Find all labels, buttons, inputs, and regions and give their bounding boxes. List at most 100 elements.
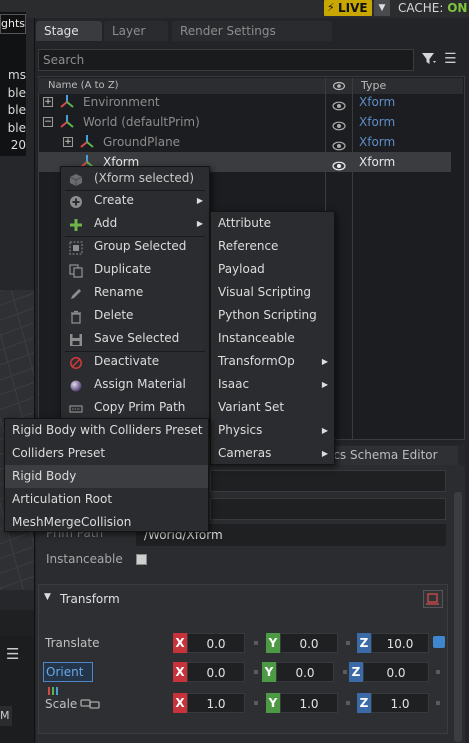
menu-item-isaac[interactable]: Isaac ▶	[211, 373, 334, 396]
menu-item-visual-scripting[interactable]: Visual Scripting	[211, 281, 334, 304]
z-axis-label: Z	[349, 662, 363, 682]
filter-icon[interactable]	[420, 50, 438, 68]
link-icon[interactable]	[80, 698, 100, 710]
menu-item-group-selected[interactable]: Group Selected	[61, 235, 209, 258]
menu-item-variant-set[interactable]: Variant Set	[211, 396, 334, 419]
menu-item-colliders-preset[interactable]: Colliders Preset	[5, 442, 208, 465]
scale-x-field[interactable]: 1.0	[187, 693, 245, 713]
menu-item-cameras[interactable]: Cameras ▶	[211, 442, 334, 465]
orient-button[interactable]: Orient	[43, 662, 93, 695]
menu-item-physics[interactable]: Physics ▶	[211, 419, 334, 442]
scrollbar[interactable]	[454, 492, 462, 742]
menu-item-meshmergecollision[interactable]: MeshMergeCollision	[5, 511, 208, 534]
tree-row-environment[interactable]: + Environment Xform	[39, 92, 451, 112]
orient-y-field[interactable]: 0.0	[276, 662, 334, 682]
menu-item-label: Rename	[94, 285, 144, 299]
tab-physics-schema-editor[interactable]: ics Schema Editor	[330, 446, 458, 465]
keyframe-button[interactable]	[433, 636, 445, 648]
orient-x-field[interactable]: 0.0	[187, 662, 245, 682]
save-icon	[69, 332, 83, 346]
instanceable-label: Instanceable	[46, 552, 123, 566]
menu-item-label: MeshMergeCollision	[12, 515, 132, 529]
menu-item-python-scripting[interactable]: Python Scripting	[211, 304, 334, 327]
eye-icon[interactable]	[332, 117, 346, 131]
collapse-triangle-icon[interactable]: ▼	[44, 592, 51, 602]
scale-y-field[interactable]: 1.0	[280, 693, 338, 713]
tree-row-label: GroundPlane	[103, 135, 181, 149]
column-header-name[interactable]: Name (A to Z)	[48, 79, 119, 93]
instanceable-checkbox[interactable]	[136, 554, 147, 565]
keyframe-dot[interactable]	[436, 701, 440, 705]
keyframe-dot[interactable]	[254, 641, 258, 645]
menu-item-label: Delete	[94, 308, 134, 322]
keyframe-dot[interactable]	[254, 670, 258, 674]
keyframe-dot[interactable]	[346, 701, 350, 705]
expand-icon[interactable]: +	[43, 97, 53, 107]
menu-item-transformop[interactable]: TransformOp ▶	[211, 350, 334, 373]
property-field[interactable]	[210, 498, 446, 520]
menu-item-duplicate[interactable]: Duplicate	[61, 258, 209, 281]
menu-item-reference[interactable]: Reference	[211, 235, 334, 258]
column-header-type[interactable]: Type	[361, 79, 386, 93]
chevron-down-icon: ▼	[378, 3, 386, 13]
tab-layer[interactable]: Layer	[104, 21, 168, 41]
menu-item-delete[interactable]: Delete	[61, 304, 209, 327]
translate-z-field[interactable]: 10.0	[371, 633, 429, 653]
tree-row-groundplane[interactable]: + GroundPlane Xform	[39, 132, 451, 152]
menu-item-rigid-body[interactable]: Rigid Body	[5, 465, 208, 488]
menu-item-rename[interactable]: Rename	[61, 281, 209, 304]
hamburger-menu-icon[interactable]: ☰	[6, 646, 26, 662]
menu-item-attribute[interactable]: Attribute	[211, 212, 334, 235]
keyframe-dot[interactable]	[254, 701, 258, 705]
tree-row-world[interactable]: − World (defaultPrim) Xform	[39, 112, 451, 132]
menu-item-label: Copy Prim Path	[94, 400, 186, 414]
live-dropdown-button[interactable]: ▼	[374, 0, 390, 16]
menu-item-deactivate[interactable]: Deactivate	[61, 350, 209, 373]
collapse-icon[interactable]: −	[43, 117, 53, 127]
expand-icon[interactable]: +	[63, 137, 73, 147]
orient-z-field[interactable]: 0.0	[363, 662, 429, 682]
menu-item-create[interactable]: Create ▶	[61, 189, 209, 212]
plus-icon	[69, 217, 83, 231]
menu-item-articulation-root[interactable]: Articulation Root	[5, 488, 208, 511]
menu-item-payload[interactable]: Payload	[211, 258, 334, 281]
menu-item-save-selected[interactable]: Save Selected	[61, 327, 209, 350]
menu-item-assign-material[interactable]: Assign Material	[61, 373, 209, 396]
menu-item-copy-prim-path[interactable]: Copy Prim Path	[61, 396, 209, 419]
stage-options-icon[interactable]: ☰	[444, 50, 462, 68]
menu-item-xform-selected: (Xform selected)	[61, 167, 209, 190]
x-axis-label: X	[173, 662, 187, 682]
x-axis-label: X	[173, 693, 187, 713]
eye-icon[interactable]	[332, 137, 346, 151]
eye-icon[interactable]	[332, 157, 346, 171]
menu-item-add[interactable]: Add ▶	[61, 212, 209, 235]
eye-icon[interactable]	[332, 97, 346, 111]
eye-icon	[332, 80, 346, 91]
property-field[interactable]	[210, 470, 446, 492]
scale-z-field[interactable]: 1.0	[371, 693, 429, 713]
rotation-order-icon	[48, 686, 58, 695]
translate-x-field[interactable]: 0.0	[187, 633, 245, 653]
xform-icon	[59, 94, 75, 110]
menu-item-label: Visual Scripting	[218, 285, 311, 299]
tab-render-settings[interactable]: Render Settings	[172, 21, 332, 41]
translate-y-field[interactable]: 0.0	[280, 633, 338, 653]
menu-item-label: Assign Material	[94, 377, 186, 391]
search-input[interactable]: Search	[38, 49, 414, 71]
keyframe-dot[interactable]	[436, 670, 440, 674]
cache-status: CACHE: ON	[398, 0, 467, 16]
transform-settings-icon[interactable]	[423, 590, 443, 608]
menu-item-label: Cameras	[218, 446, 272, 460]
transform-title: Transform	[60, 592, 120, 606]
menu-item-label: Create	[94, 193, 134, 207]
menu-item-rigid-body-with-colliders-preset[interactable]: Rigid Body with Colliders Preset	[5, 419, 208, 442]
z-axis-label: Z	[357, 693, 371, 713]
menu-item-label: Python Scripting	[218, 308, 317, 322]
lights-button[interactable]: ghts	[0, 14, 26, 34]
x-axis-label: X	[173, 633, 187, 653]
keyframe-dot[interactable]	[343, 670, 347, 674]
keyframe-dot[interactable]	[346, 641, 350, 645]
live-button[interactable]: ⚡ LIVE	[324, 0, 372, 16]
tab-stage[interactable]: Stage	[36, 21, 102, 41]
menu-item-instanceable[interactable]: Instanceable	[211, 327, 334, 350]
